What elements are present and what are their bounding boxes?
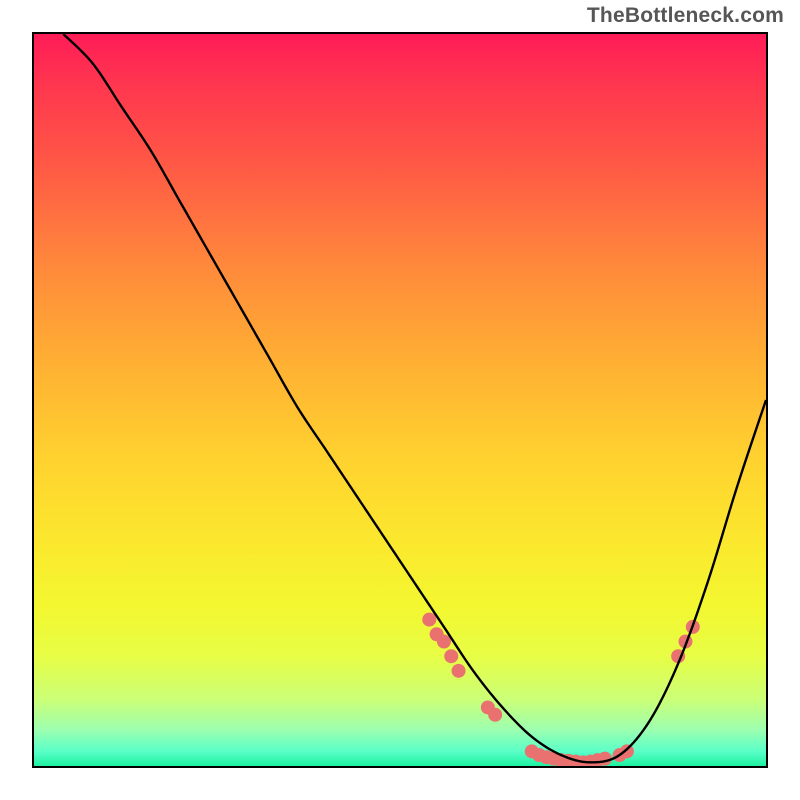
data-marker: [620, 744, 634, 758]
curve-line: [63, 34, 766, 762]
markers-group: [422, 613, 700, 766]
plot-area: [32, 32, 768, 768]
data-marker: [422, 613, 436, 627]
chart-container: TheBottleneck.com: [0, 0, 800, 800]
watermark-text: TheBottleneck.com: [587, 4, 784, 28]
data-marker: [452, 664, 466, 678]
data-marker: [437, 635, 451, 649]
data-marker: [488, 708, 502, 722]
data-marker: [444, 649, 458, 663]
chart-svg: [34, 34, 766, 766]
